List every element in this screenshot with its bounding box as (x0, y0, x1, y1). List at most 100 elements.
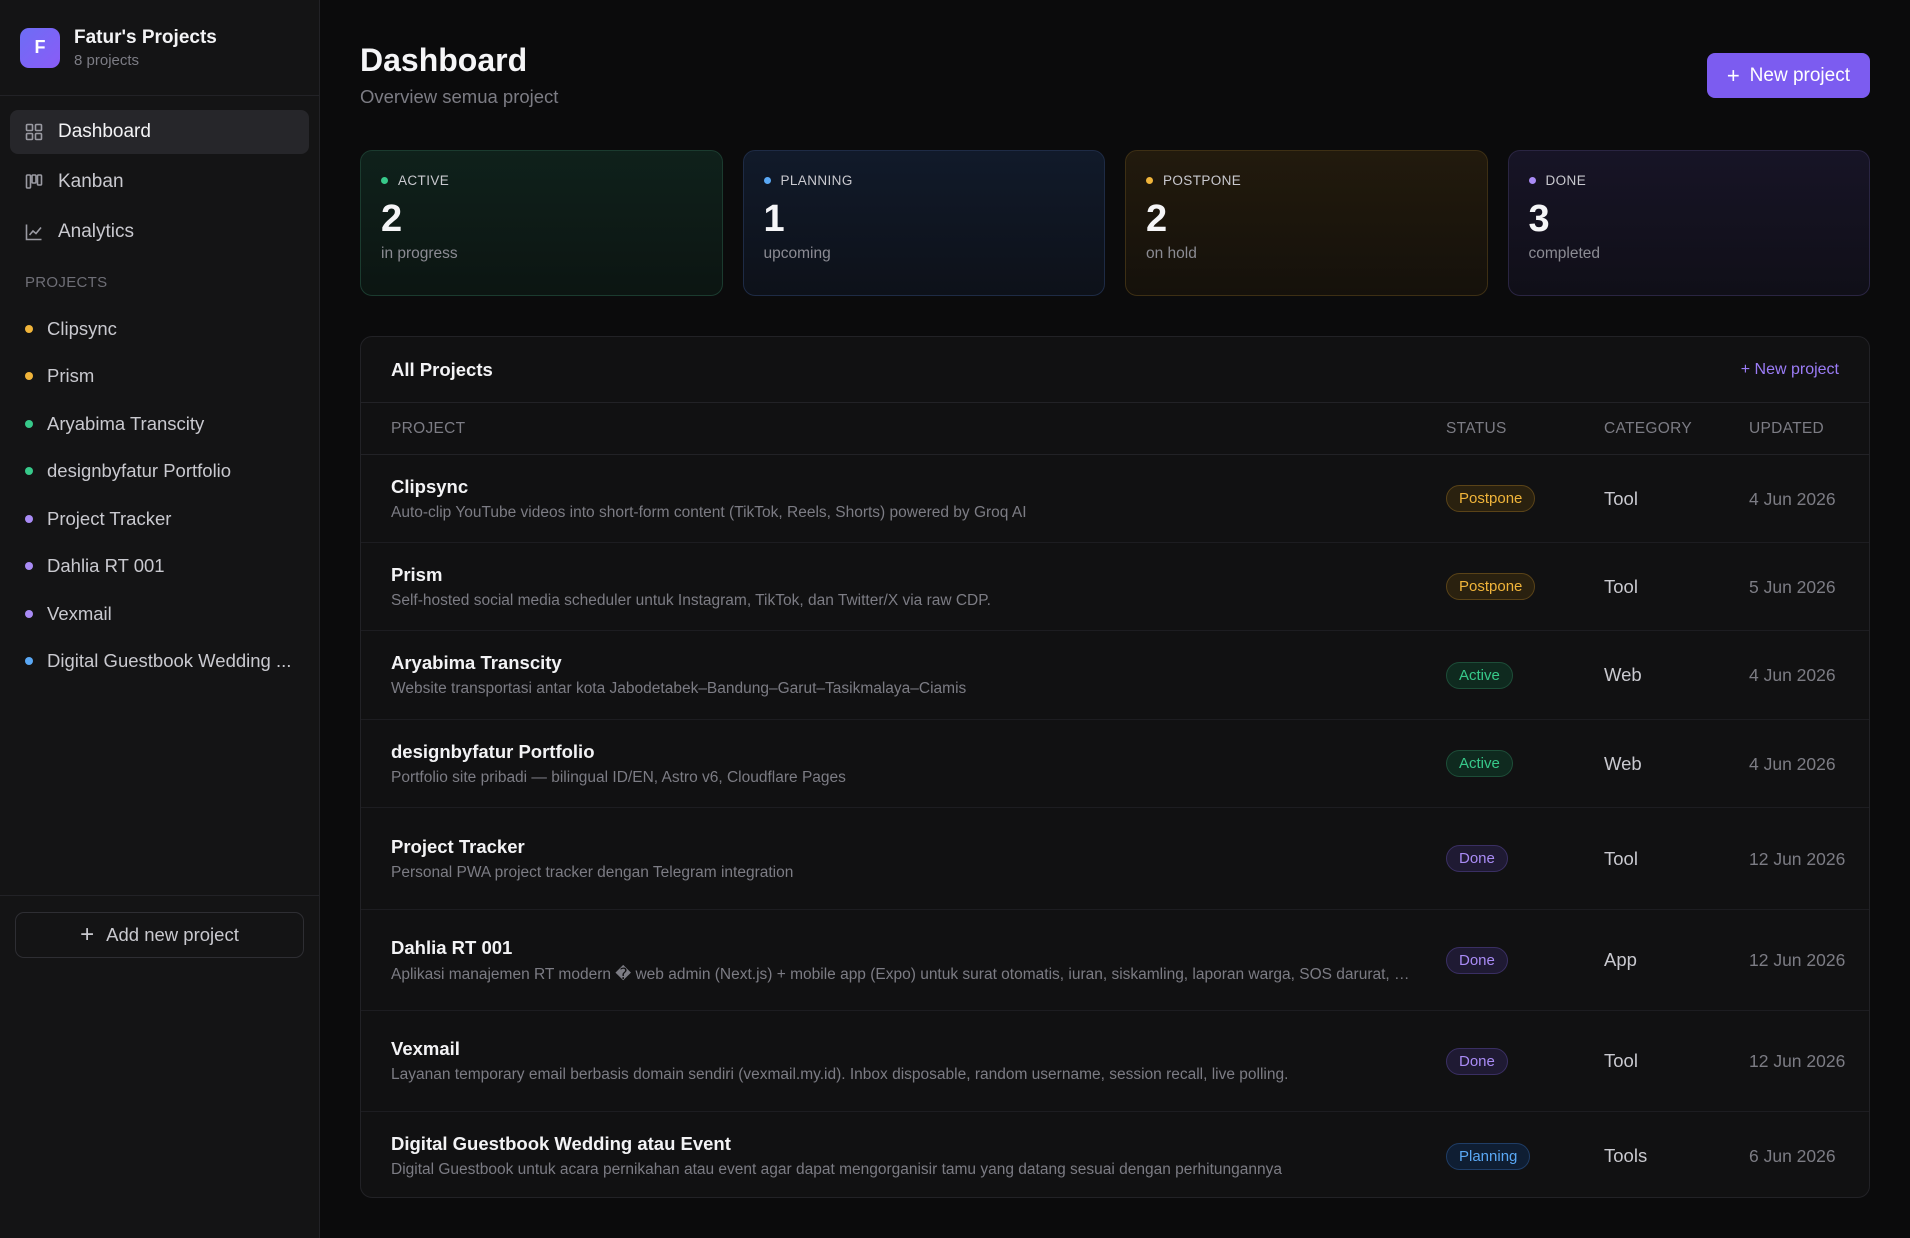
column-header-updated[interactable]: UPDATED (1749, 420, 1869, 438)
project-name: Clipsync (391, 475, 469, 497)
stat-label: POSTPONE (1163, 173, 1242, 188)
stat-label: PLANNING (780, 173, 853, 188)
project-category: Tools (1604, 1145, 1648, 1166)
sidebar-item-aryabima-transcity[interactable]: Aryabima Transcity (0, 400, 319, 448)
project-category: Tool (1604, 1050, 1638, 1071)
project-name: designbyfatur Portfolio (391, 740, 595, 762)
page-subtitle: Overview semua project (360, 86, 559, 107)
project-name: Dahlia RT 001 (391, 936, 513, 958)
sidebar-item-digital-guestbook[interactable]: Digital Guestbook Wedding ... (0, 638, 319, 686)
nav-item-kanban[interactable]: Kanban (10, 160, 309, 204)
nav-item-label: Kanban (58, 171, 124, 192)
stat-value: 1 (763, 198, 785, 240)
sidebar-item-label: Vexmail (47, 602, 112, 624)
table-row[interactable]: Prism Self-hosted social media scheduler … (361, 543, 1869, 631)
project-category: Tool (1604, 487, 1638, 509)
chart-line-icon (25, 224, 42, 241)
stat-caption: in progress (381, 245, 458, 262)
nav-item-analytics[interactable]: Analytics (10, 210, 309, 254)
table-row[interactable]: Digital Guestbook Wedding atau Event Digi… (361, 1112, 1869, 1197)
nav-item-label: Analytics (58, 221, 135, 242)
project-description: Personal PWA project tracker dengan Tele… (391, 863, 794, 881)
project-updated: 12 Jun 2026 (1749, 848, 1846, 869)
project-name: Vexmail (391, 1038, 460, 1059)
sidebar-item-label: designbyfatur Portfolio (47, 460, 232, 482)
project-updated: 4 Jun 2026 (1749, 753, 1836, 774)
project-name: Prism (391, 563, 443, 585)
workspace-header[interactable]: F Fatur's Projects 8 projects (0, 0, 319, 96)
table-row[interactable]: Vexmail Layanan temporary email berbasis … (361, 1011, 1869, 1112)
status-dot (1528, 177, 1536, 184)
project-updated: 5 Jun 2026 (1749, 576, 1836, 597)
sidebar-item-clipsync[interactable]: Clipsync (0, 305, 319, 353)
sidebar-item-label: Clipsync (47, 317, 117, 339)
column-header-project[interactable]: PROJECT (361, 420, 1446, 438)
project-description: Digital Guestbook untuk acara pernikahan… (391, 1161, 1283, 1178)
new-project-label: New project (1749, 64, 1850, 86)
sidebar-item-vexmail[interactable]: Vexmail (0, 590, 319, 638)
table-row[interactable]: designbyfatur Portfolio Portfolio site pr… (361, 720, 1869, 808)
stat-value: 2 (381, 198, 403, 240)
stat-value: 3 (1528, 198, 1550, 240)
sidebar-item-dahlia-rt-001[interactable]: Dahlia RT 001 (0, 543, 319, 591)
project-category: Web (1604, 664, 1642, 685)
add-new-project-button[interactable]: + Add new project (15, 912, 304, 958)
status-dot (25, 562, 33, 571)
plus-icon: + (80, 921, 95, 948)
project-description: Self-hosted social media scheduler untuk… (391, 591, 991, 609)
column-header-category[interactable]: CATEGORY (1604, 420, 1749, 438)
status-badge: Done (1446, 845, 1508, 872)
workspace-name: Fatur's Projects (74, 26, 217, 48)
table-row[interactable]: Aryabima Transcity Website transportasi a… (361, 631, 1869, 720)
status-dot (25, 324, 33, 333)
status-dot (381, 177, 388, 184)
status-badge: Done (1446, 1047, 1508, 1075)
status-badge: Active (1446, 750, 1513, 777)
projects-section-label: PROJECTS (25, 274, 108, 291)
project-description: Auto-clip YouTube videos into short-form… (391, 503, 1027, 521)
sidebar-item-label: Dahlia RT 001 (47, 555, 165, 577)
status-dot (25, 657, 33, 666)
stat-card-active[interactable]: ACTIVE 2 in progress (360, 150, 723, 296)
project-description: Portfolio site pribadi — bilingual ID/EN… (391, 768, 846, 786)
plus-icon: + (1726, 62, 1740, 88)
project-updated: 12 Jun 2026 (1749, 1051, 1846, 1071)
sidebar-item-label: Project Tracker (47, 507, 172, 529)
stat-value: 2 (1146, 198, 1168, 240)
stat-card-done[interactable]: DONE 3 completed (1507, 150, 1870, 296)
sidebar: F Fatur's Projects 8 projects Dashboard … (0, 0, 320, 1238)
status-dot (25, 514, 33, 523)
nav-item-label: Dashboard (58, 121, 151, 142)
table-row[interactable]: Project Tracker Personal PWA project trac… (361, 808, 1869, 910)
workspace-avatar: F (20, 27, 60, 68)
stats-row: ACTIVE 2 in progress PLANNING 1 upcoming… (360, 150, 1870, 296)
stat-label: ACTIVE (398, 173, 450, 188)
sidebar-item-prism[interactable]: Prism (0, 353, 319, 401)
table-row[interactable]: Dahlia RT 001 Aplikasi manajemen RT moder… (361, 910, 1869, 1011)
project-updated: 4 Jun 2026 (1749, 665, 1836, 685)
status-badge: Done (1446, 946, 1508, 974)
kanban-icon (25, 174, 43, 189)
sidebar-item-label: Prism (47, 365, 95, 387)
nav-item-dashboard[interactable]: Dashboard (10, 110, 309, 154)
main-nav: Dashboard Kanban Analytics (0, 96, 319, 254)
sidebar-item-designbyfatur-portfolio[interactable]: designbyfatur Portfolio (0, 448, 319, 496)
stat-card-planning[interactable]: PLANNING 1 upcoming (742, 150, 1105, 296)
project-name: Aryabima Transcity (391, 652, 562, 673)
project-category: Tool (1604, 575, 1638, 597)
table-row[interactable]: Clipsync Auto-clip YouTube videos into sh… (361, 455, 1869, 543)
stat-card-postpone[interactable]: POSTPONE 2 on hold (1125, 150, 1488, 296)
status-dot (1146, 177, 1153, 184)
new-project-link[interactable]: + New project (1741, 361, 1839, 379)
workspace-project-count: 8 projects (74, 51, 140, 69)
project-description: Layanan temporary email berbasis domain … (391, 1066, 1289, 1083)
sidebar-footer: + Add new project (0, 895, 319, 974)
sidebar-item-project-tracker[interactable]: Project Tracker (0, 495, 319, 543)
new-project-button[interactable]: + New project (1706, 53, 1870, 98)
stat-caption: on hold (1146, 245, 1197, 262)
status-badge: Postpone (1446, 573, 1536, 600)
column-header-status[interactable]: STATUS (1446, 420, 1604, 438)
status-dot (763, 177, 771, 184)
stat-caption: completed (1528, 245, 1601, 262)
status-badge: Postpone (1446, 485, 1536, 512)
